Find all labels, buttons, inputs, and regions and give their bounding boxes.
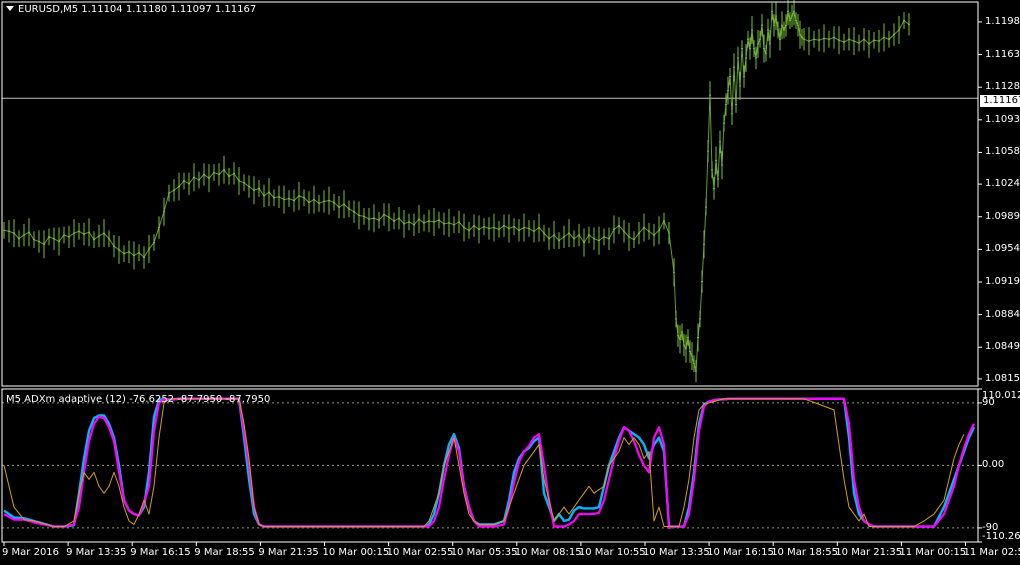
time-axis-label: 10 Mar 13:35 — [643, 547, 710, 558]
price-scale-label: 1.11636 — [985, 48, 1020, 60]
time-axis-label: 10 Mar 05:35 — [450, 547, 518, 558]
price-scale-label: 1.09896 — [985, 210, 1020, 222]
time-axis-label: 10 Mar 16:15 — [707, 547, 774, 558]
time-axis-label: 10 Mar 02:55 — [386, 547, 454, 558]
price-scale-label: 1.09546 — [985, 243, 1020, 255]
di-plus-line — [3, 398, 965, 528]
price-scale-label: 1.11286 — [985, 81, 1020, 93]
price-panel-border — [1, 1, 979, 387]
price-scale-label: 1.11986 — [985, 15, 1020, 27]
time-axis-label: 9 Mar 16:15 — [130, 547, 191, 558]
current-price-tag: 1.11167 — [980, 95, 1020, 107]
time-axis-label: 10 Mar 00:15 — [322, 547, 390, 558]
time-axis-label: 11 Mar 02:55 — [963, 547, 1020, 558]
dropdown-triangle-icon[interactable] — [6, 6, 14, 11]
price-series-line — [3, 9, 910, 372]
price-chart-panel[interactable] — [2, 0, 978, 383]
adx-line — [3, 397, 976, 528]
symbol-ohlc-readout: EURUSD,M5 1.11104 1.11180 1.11097 1.1116… — [18, 4, 257, 15]
time-axis-label: 9 Mar 21:35 — [258, 547, 319, 558]
time-axis-label: 10 Mar 08:15 — [514, 547, 582, 558]
chart-frame — [1, 0, 982, 546]
price-scale-label: 1.10586 — [985, 146, 1020, 158]
indicator-panel[interactable] — [2, 397, 978, 530]
time-axis-label: 9 Mar 18:55 — [194, 547, 255, 558]
indicator-title: M5 ADXm adaptive (12) -76.6252 -87.7950 … — [6, 394, 271, 405]
price-scale-label: 1.10936 — [985, 113, 1020, 125]
indicator-scale-label: 90 — [982, 396, 995, 408]
time-axis-label: 10 Mar 21:35 — [835, 547, 903, 558]
price-scale-label: 1.08156 — [985, 372, 1020, 384]
time-axis-label: 9 Mar 13:35 — [66, 547, 127, 558]
indicator-scale-label: 0.00 — [982, 459, 1005, 471]
price-scale-label: 1.09196 — [985, 275, 1020, 287]
indicator-scale-label: -110.2653 — [982, 531, 1020, 542]
price-panel-title[interactable]: EURUSD,M5 1.11104 1.11180 1.11097 1.1116… — [6, 4, 256, 16]
time-axis-label: 10 Mar 18:55 — [771, 547, 838, 558]
time-axis-label: 10 Mar 10:55 — [578, 547, 646, 558]
price-scale-label: 1.10246 — [985, 178, 1020, 190]
price-scale-label: 1.08496 — [985, 341, 1020, 353]
time-axis-label: 9 Mar 2016 — [2, 547, 60, 558]
time-axis-label: 11 Mar 00:15 — [899, 547, 967, 558]
price-scale-label: 1.08846 — [985, 308, 1020, 320]
